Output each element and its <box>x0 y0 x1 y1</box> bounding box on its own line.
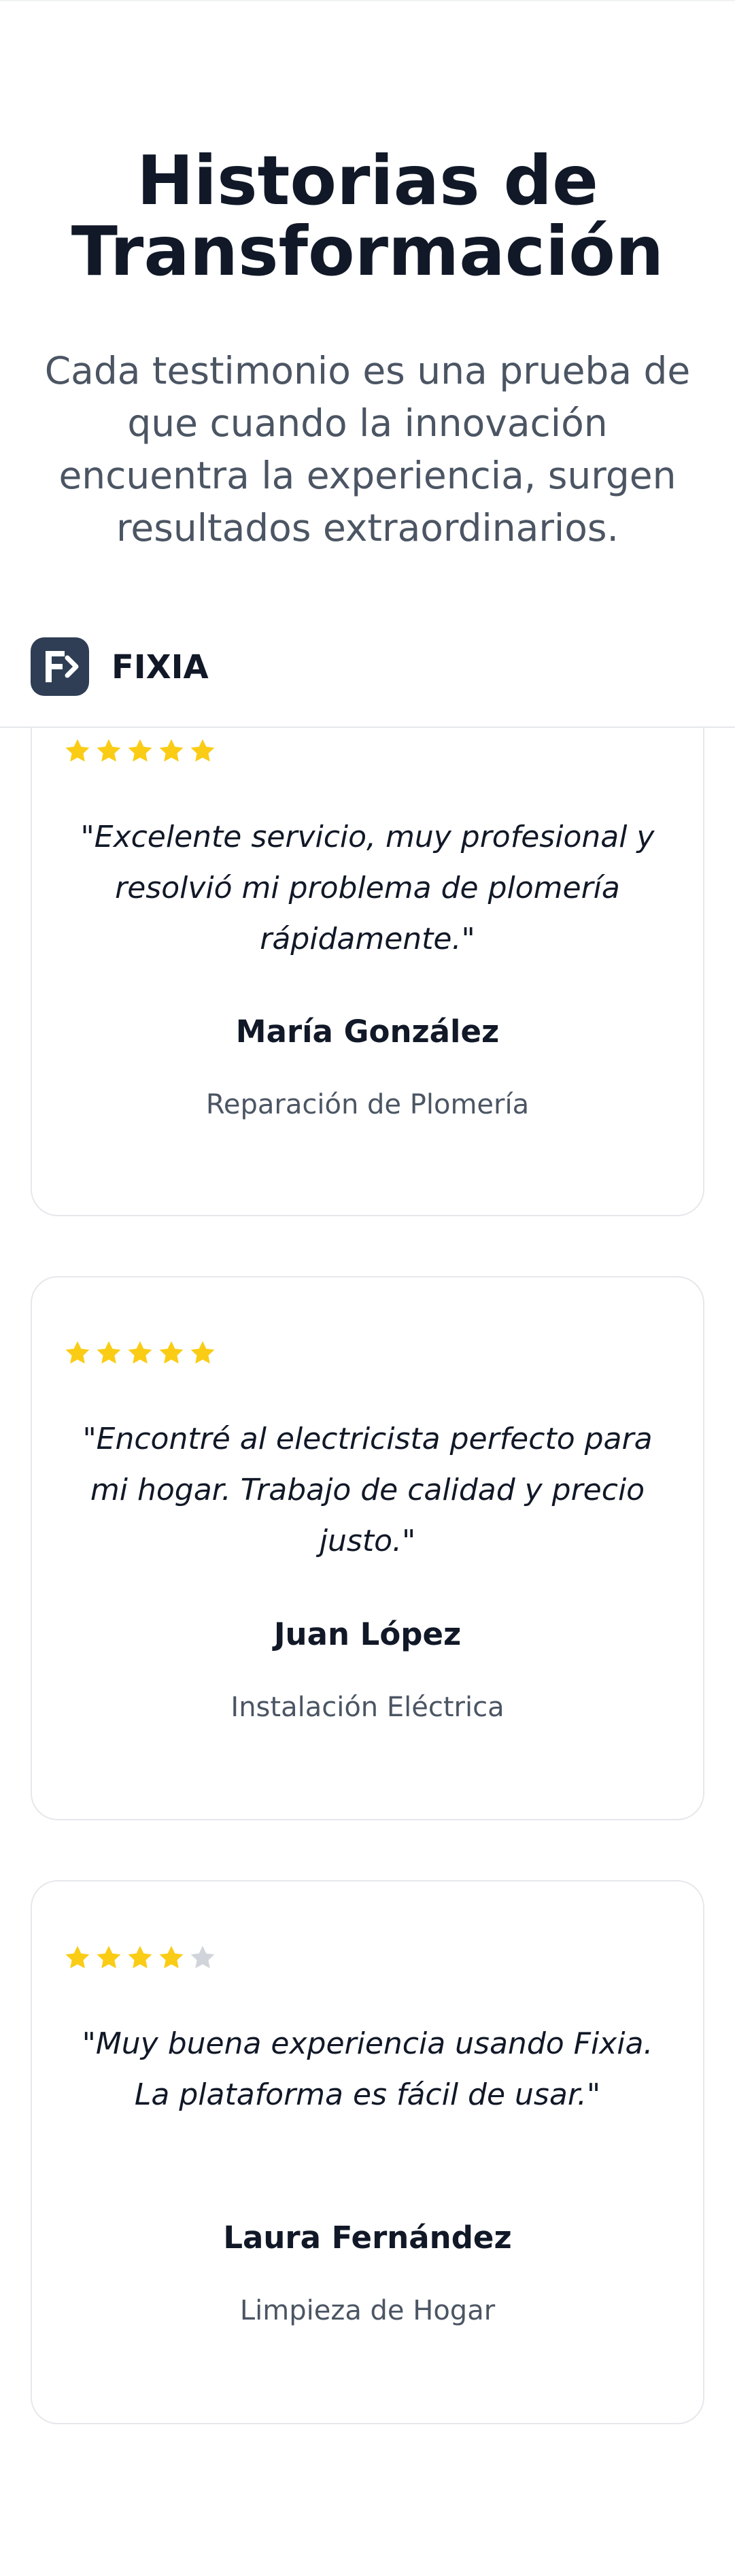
brand-name[interactable]: FIXIA <box>112 647 209 688</box>
star-filled-icon <box>156 1943 186 1973</box>
navbar: FIXIA <box>0 609 735 728</box>
star-filled-icon <box>125 736 155 766</box>
star-filled-icon <box>188 1338 218 1368</box>
testimonial-author: Juan López <box>273 1616 462 1652</box>
star-rating <box>63 1943 218 1973</box>
hero-section: Historias de Transformación Cada testimo… <box>0 0 735 609</box>
fixia-logo-icon[interactable] <box>31 637 89 696</box>
star-rating <box>63 1338 218 1368</box>
page-title-line-1: Historias de <box>137 141 598 220</box>
star-filled-icon <box>94 1943 124 1973</box>
star-filled-icon <box>156 736 186 766</box>
page-title-line-2: Transformación <box>71 212 664 291</box>
page-subtitle: Cada testimonio es una prueba de que cua… <box>44 349 691 550</box>
testimonial-quote: "Excelente servicio, muy profesional y r… <box>80 820 655 956</box>
testimonial-service: Limpieza de Hogar <box>239 2295 496 2326</box>
star-filled-icon <box>63 1338 92 1368</box>
testimonial-service: Instalación Eléctrica <box>230 1692 505 1723</box>
star-filled-icon <box>188 736 218 766</box>
testimonial-quote: "Encontré al electricista perfecto para … <box>82 1422 653 1558</box>
star-filled-icon <box>94 1338 124 1368</box>
testimonial-service: Reparación de Plomería <box>205 1089 530 1120</box>
testimonial-author: Laura Fernández <box>223 2220 512 2256</box>
star-filled-icon <box>125 1338 155 1368</box>
star-rating <box>63 736 218 766</box>
testimonial-author: María González <box>235 1014 500 1050</box>
star-filled-icon <box>63 1943 92 1973</box>
page-title: Historias de Transformación <box>0 146 735 287</box>
testimonial-quote: "Muy buena experiencia usando Fixia. La … <box>82 2026 653 2112</box>
star-filled-icon <box>94 736 124 766</box>
star-filled-icon <box>125 1943 155 1973</box>
star-filled-icon <box>156 1338 186 1368</box>
star-empty-icon <box>188 1943 218 1973</box>
star-filled-icon <box>63 736 92 766</box>
